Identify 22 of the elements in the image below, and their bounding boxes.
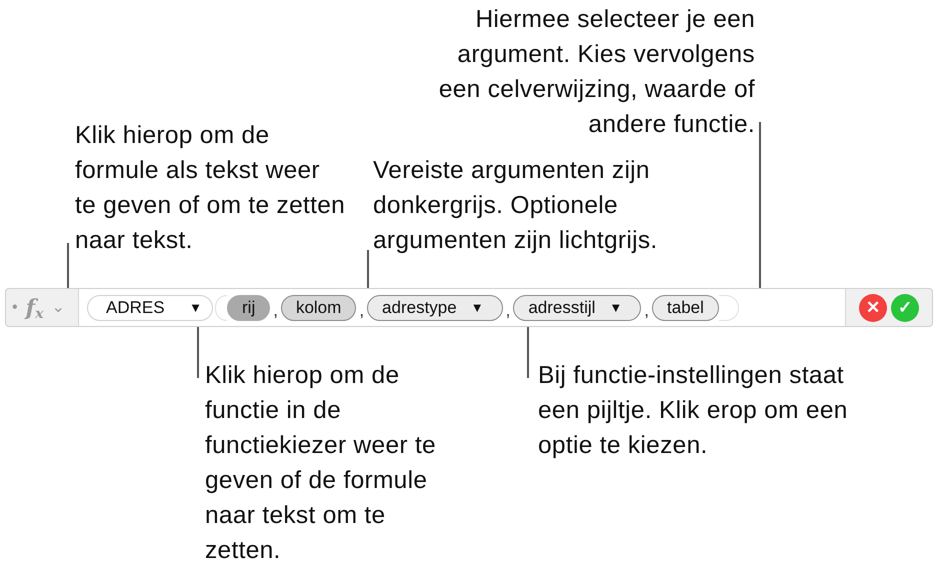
callout-text: Vereiste argumenten zijn donkergrijs. Optionele argumenten zijn lichtgrijs. [373,156,659,256]
dropdown-arrow-icon[interactable]: ▼ [189,298,202,318]
comma-separator: , [358,300,366,322]
dropdown-arrow-icon[interactable]: ▼ [470,298,484,318]
comma-separator: , [643,300,650,322]
comma-separator: , [504,300,512,322]
callout-text: Bij functie-instellingen staat een pijltje. Klik erop om een optie te kiezen. [538,361,849,461]
formula-field[interactable]: ADRES ▼ rij , kolom , adrestype ▼ , adresstijl ▼ , tabel [79,289,846,326]
leader-line [67,243,68,289]
callout-text: Klik hierop om de formule als tekst weer te geven of om te zetten naar tekst. [75,121,346,256]
cancel-button[interactable]: ✕ [859,294,887,322]
argument-token[interactable]: adrestype ▼ [367,294,503,320]
argument-token[interactable]: tabel [652,294,719,320]
argument-token[interactable]: kolom [280,294,356,320]
callout-text: Hiermee selecteer je een argument. Kies vervolgens een celverwijzing, waarde of andere functie. [438,5,755,140]
argument-token[interactable]: adresstijl ▼ [513,294,642,320]
function-token[interactable]: ADRES ▼ [87,294,213,320]
bullet-icon: • [12,296,18,320]
callout-text: Klik hierop om de functie in de functiekiezer weer te geven of de formule naar tekst om te zetten. [205,361,437,566]
comma-separator: , [272,300,279,322]
dropdown-arrow-icon[interactable]: ▼ [609,298,622,318]
argument-token[interactable]: rij [227,294,270,320]
